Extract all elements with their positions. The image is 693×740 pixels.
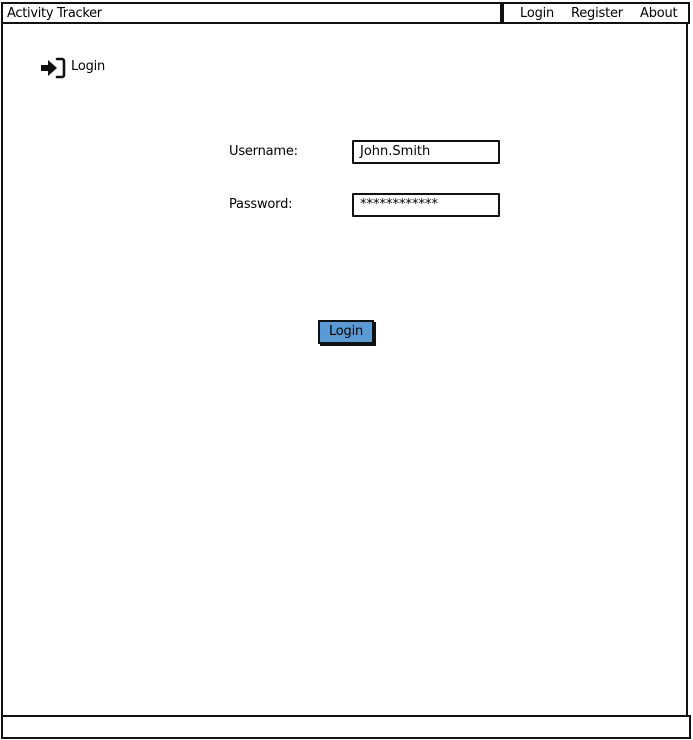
title-bar: Activity Tracker xyxy=(1,2,502,24)
app-window xyxy=(1,2,688,736)
login-button[interactable]: Login xyxy=(318,320,374,344)
login-arrow-icon xyxy=(41,57,66,79)
app-title: Activity Tracker xyxy=(7,6,102,21)
password-input[interactable]: ************ xyxy=(352,193,500,217)
page-title: Login xyxy=(71,59,106,74)
password-label: Password: xyxy=(229,197,293,212)
username-label: Username: xyxy=(229,144,298,159)
footer-bar xyxy=(1,715,691,739)
nav-register-link[interactable]: Register xyxy=(571,6,623,21)
nav-login-link[interactable]: Login xyxy=(520,6,554,21)
nav-about-link[interactable]: About xyxy=(640,6,678,21)
top-nav: Login Register About xyxy=(502,2,690,24)
username-input[interactable]: John.Smith xyxy=(352,140,500,164)
